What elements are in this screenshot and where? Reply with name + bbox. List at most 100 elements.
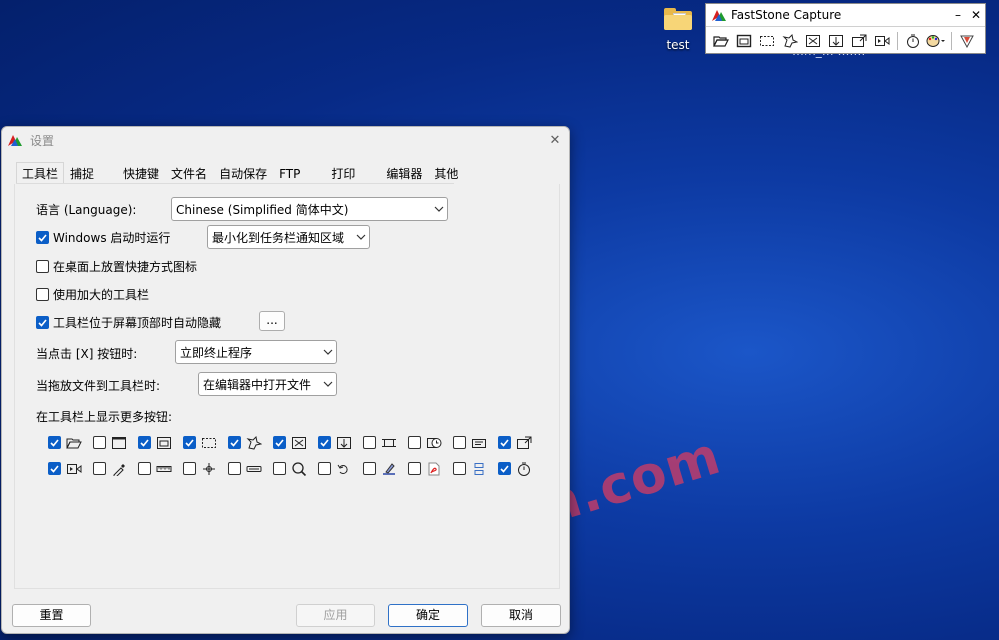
checkbox-unchecked-icon[interactable] [273,462,286,475]
checkbox-checked-icon[interactable] [498,462,511,475]
scrolling-window-icon[interactable] [825,31,847,51]
apply-button[interactable]: 应用 [296,604,375,627]
more-button-option[interactable] [453,460,498,477]
checkbox-checked-icon[interactable] [498,436,511,449]
delay-capture-icon [425,435,443,451]
screen-recorder-icon[interactable] [871,31,893,51]
checkbox-checked-icon[interactable] [36,231,49,244]
tab-ftp[interactable]: FTP [273,162,326,184]
minimize-button[interactable]: – [949,8,967,22]
more-button-option[interactable] [183,434,228,451]
more-button-option[interactable] [273,434,318,451]
freehand-region-icon[interactable] [779,31,801,51]
checkbox-unchecked-icon[interactable] [363,436,376,449]
more-button-option[interactable] [93,434,138,451]
more-button-option[interactable] [408,460,453,477]
open-folder-icon [65,435,83,451]
faststone-logo-icon [712,10,726,21]
desktop-shortcut-checkbox[interactable]: 在桌面上放置快捷方式图标 [36,258,197,275]
windows-startup-checkbox[interactable]: Windows 启动时运行 [36,229,170,246]
tab-hotkeys[interactable]: 快捷键 [117,162,166,184]
more-button-option[interactable] [228,434,273,451]
language-label: 语言 (Language): [36,203,137,217]
more-button-option[interactable] [273,460,318,477]
more-button-option[interactable] [453,434,498,451]
settings-dialog[interactable]: 设置 ✕ 工具栏 捕捉 快捷键 文件名 自动保存 FTP 打印 编辑器 其他 语… [1,126,570,634]
autohide-checkbox[interactable]: 工具栏位于屏幕顶部时自动隐藏 [36,314,221,331]
reset-button[interactable]: 重置 [12,604,91,627]
checkbox-checked-icon[interactable] [36,316,49,329]
large-toolbar-label: 使用加大的工具栏 [53,288,150,302]
more-button-option[interactable] [138,434,183,451]
more-button-option[interactable] [183,460,228,477]
startup-mode-value: 最小化到任务栏通知区域 [212,230,345,245]
startup-mode-select[interactable]: 最小化到任务栏通知区域 [207,225,370,249]
checkbox-unchecked-icon[interactable] [36,260,49,273]
more-button-option[interactable] [363,434,408,451]
more-button-option[interactable] [498,460,543,477]
more-button-option[interactable] [408,434,453,451]
checkbox-unchecked-icon[interactable] [318,462,331,475]
tab-other[interactable]: 其他 [428,162,476,184]
more-button-option[interactable] [138,460,183,477]
more-button-option[interactable] [363,460,408,477]
settings-tabs: 工具栏 捕捉 快捷键 文件名 自动保存 FTP 打印 编辑器 其他 [16,162,476,184]
ok-button[interactable]: 确定 [388,604,468,627]
checkbox-checked-icon[interactable] [183,436,196,449]
more-button-option[interactable] [318,434,363,451]
timer-icon[interactable] [902,31,924,51]
checkbox-unchecked-icon[interactable] [408,436,421,449]
settings-palette-icon[interactable] [925,31,947,51]
faststone-capture-toolbar[interactable]: FastStone Capture – ✕ [705,3,986,54]
active-window-icon[interactable] [733,31,755,51]
tab-print[interactable]: 打印 [325,162,381,184]
dialog-close-button[interactable]: ✕ [541,133,569,148]
checkbox-unchecked-icon[interactable] [228,462,241,475]
help-icon[interactable] [956,31,978,51]
checkbox-checked-icon[interactable] [48,436,61,449]
close-button[interactable]: ✕ [967,8,985,22]
screen-pen-drawing-icon [380,461,398,477]
checkbox-unchecked-icon[interactable] [138,462,151,475]
open-folder-icon[interactable] [710,31,732,51]
checkbox-unchecked-icon[interactable] [93,436,106,449]
more-button-option[interactable] [93,460,138,477]
language-select[interactable]: Chinese (Simplified 简体中文) [171,197,448,221]
checkbox-unchecked-icon[interactable] [36,288,49,301]
checkbox-unchecked-icon[interactable] [93,462,106,475]
more-button-option[interactable] [48,460,93,477]
cancel-button[interactable]: 取消 [481,604,561,627]
autohide-options-button[interactable]: ... [259,311,285,331]
tab-editor[interactable]: 编辑器 [380,162,429,184]
checkbox-unchecked-icon[interactable] [408,462,421,475]
close-click-select[interactable]: 立即终止程序 [175,340,337,364]
tab-toolbar[interactable]: 工具栏 [16,162,65,184]
dialog-titlebar[interactable]: 设置 ✕ [2,127,569,153]
more-button-option[interactable] [498,434,543,451]
more-button-option[interactable] [228,460,273,477]
checkbox-unchecked-icon[interactable] [183,462,196,475]
checkbox-checked-icon[interactable] [273,436,286,449]
more-button-option[interactable] [48,434,93,451]
rectangle-region-icon[interactable] [756,31,778,51]
screen-ruler-icon [155,461,173,477]
checkbox-checked-icon[interactable] [48,462,61,475]
send-to-icon [515,435,533,451]
checkbox-unchecked-icon[interactable] [363,462,376,475]
faststone-titlebar[interactable]: FastStone Capture – ✕ [706,4,985,27]
checkbox-checked-icon[interactable] [228,436,241,449]
checkbox-checked-icon[interactable] [318,436,331,449]
tab-filename[interactable]: 文件名 [165,162,214,184]
more-button-option[interactable] [318,460,363,477]
tab-capture[interactable]: 捕捉 [64,162,118,184]
fullscreen-icon[interactable] [802,31,824,51]
drag-file-select[interactable]: 在编辑器中打开文件 [198,372,337,396]
send-to-icon[interactable] [848,31,870,51]
desktop-icon-test[interactable]: test [656,8,700,52]
tab-autosave[interactable]: 自动保存 [213,162,274,184]
output-icon [470,435,488,451]
checkbox-checked-icon[interactable] [138,436,151,449]
checkbox-unchecked-icon[interactable] [453,462,466,475]
large-toolbar-checkbox[interactable]: 使用加大的工具栏 [36,286,149,303]
checkbox-unchecked-icon[interactable] [453,436,466,449]
